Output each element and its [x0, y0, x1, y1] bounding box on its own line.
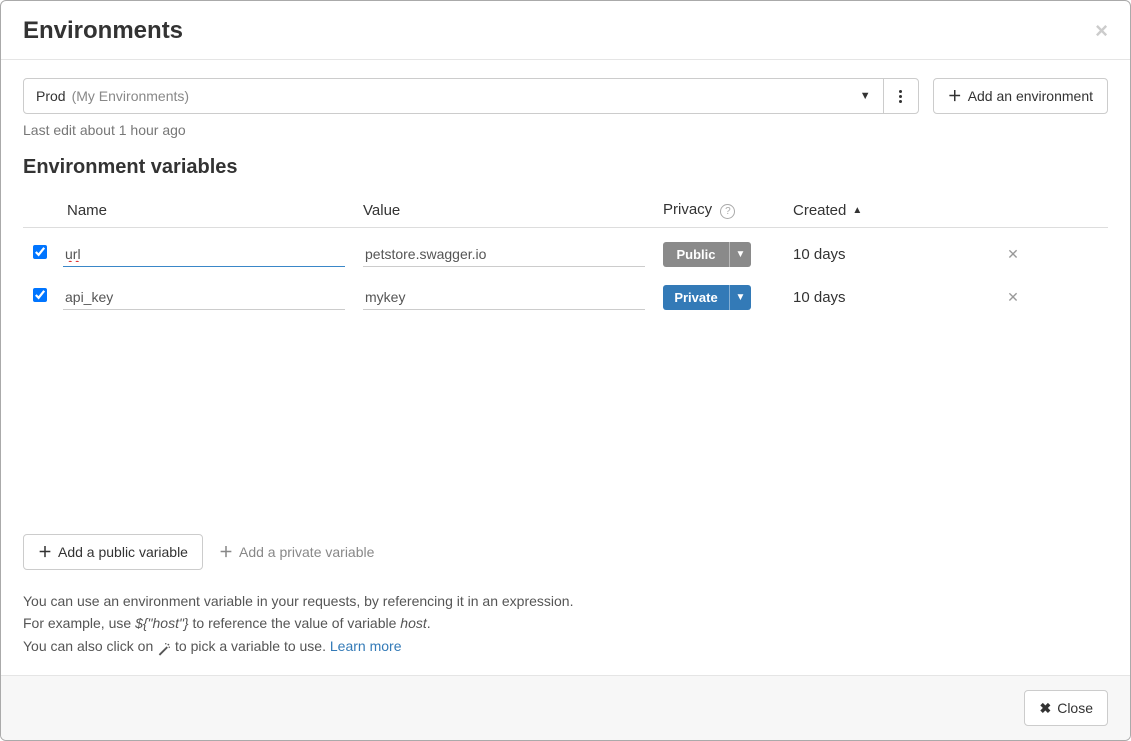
kebab-icon	[899, 90, 902, 103]
plus-icon: ＋	[38, 545, 52, 559]
column-value: Value	[363, 202, 663, 219]
wand-icon	[157, 640, 171, 654]
learn-more-link[interactable]: Learn more	[330, 638, 402, 654]
close-icon: ✖	[1039, 701, 1051, 715]
created-cell: 10 days	[793, 289, 993, 306]
created-cell: 10 days	[793, 246, 993, 263]
modal-title: Environments	[23, 17, 183, 45]
column-privacy: Privacy ?	[663, 201, 793, 219]
modal-footer: ✖ Close	[1, 675, 1130, 740]
table-row: Public ▼ 10 days ✕	[23, 228, 1108, 271]
selected-env-name: Prod	[36, 88, 66, 104]
plus-icon: ＋	[948, 89, 962, 103]
table-row: Private ▼ 10 days ✕	[23, 271, 1108, 314]
privacy-label: Private	[663, 285, 729, 310]
section-title: Environment variables	[23, 156, 1108, 179]
variable-value-input[interactable]	[363, 285, 645, 310]
environments-modal: Environments × Prod (My Environments) ▼ …	[0, 0, 1131, 741]
variable-name-input[interactable]	[63, 242, 345, 267]
modal-body: Prod (My Environments) ▼ ＋ Add an enviro…	[1, 60, 1130, 675]
environment-dropdown[interactable]: Prod (My Environments) ▼	[24, 79, 884, 113]
help-line-2: For example, use ${"host"} to reference …	[23, 612, 1108, 634]
chevron-down-icon: ▼	[729, 285, 751, 310]
table-header: Name Value Privacy ? Created ▲	[23, 193, 1108, 228]
plus-icon: ＋	[219, 545, 233, 559]
help-text: You can use an environment variable in y…	[23, 590, 1108, 657]
column-name: Name	[63, 202, 363, 219]
chevron-down-icon: ▼	[729, 242, 751, 267]
chevron-down-icon: ▼	[860, 90, 871, 102]
last-edit-text: Last edit about 1 hour ago	[23, 122, 1108, 138]
environment-menu-button[interactable]	[884, 79, 918, 113]
delete-row-button[interactable]: ✕	[993, 246, 1033, 263]
privacy-label: Public	[663, 242, 729, 267]
add-variable-row: ＋ Add a public variable ＋ Add a private …	[23, 534, 1108, 570]
help-icon[interactable]: ?	[720, 204, 735, 219]
row-checkbox[interactable]	[33, 245, 47, 259]
add-public-variable-button[interactable]: ＋ Add a public variable	[23, 534, 203, 570]
privacy-toggle[interactable]: Private ▼	[663, 285, 751, 310]
selected-env-group: (My Environments)	[72, 88, 189, 104]
close-button[interactable]: ✖ Close	[1024, 690, 1108, 726]
modal-header: Environments ×	[1, 1, 1130, 60]
column-created[interactable]: Created ▲	[793, 202, 993, 219]
add-environment-button[interactable]: ＋ Add an environment	[933, 78, 1108, 114]
variable-value-input[interactable]	[363, 242, 645, 267]
help-line-3: You can also click on to pick a variable…	[23, 635, 1108, 657]
variables-table: Name Value Privacy ? Created ▲	[23, 193, 1108, 314]
add-environment-label: Add an environment	[968, 88, 1093, 104]
help-line-1: You can use an environment variable in y…	[23, 590, 1108, 612]
row-checkbox[interactable]	[33, 288, 47, 302]
sort-asc-icon: ▲	[852, 205, 862, 216]
delete-row-button[interactable]: ✕	[993, 289, 1033, 306]
environment-select-group: Prod (My Environments) ▼	[23, 78, 919, 114]
close-icon[interactable]: ×	[1095, 20, 1108, 42]
environment-selector-row: Prod (My Environments) ▼ ＋ Add an enviro…	[23, 78, 1108, 114]
add-private-variable-button[interactable]: ＋ Add a private variable	[215, 536, 378, 568]
variable-name-input[interactable]	[63, 285, 345, 310]
privacy-toggle[interactable]: Public ▼	[663, 242, 751, 267]
